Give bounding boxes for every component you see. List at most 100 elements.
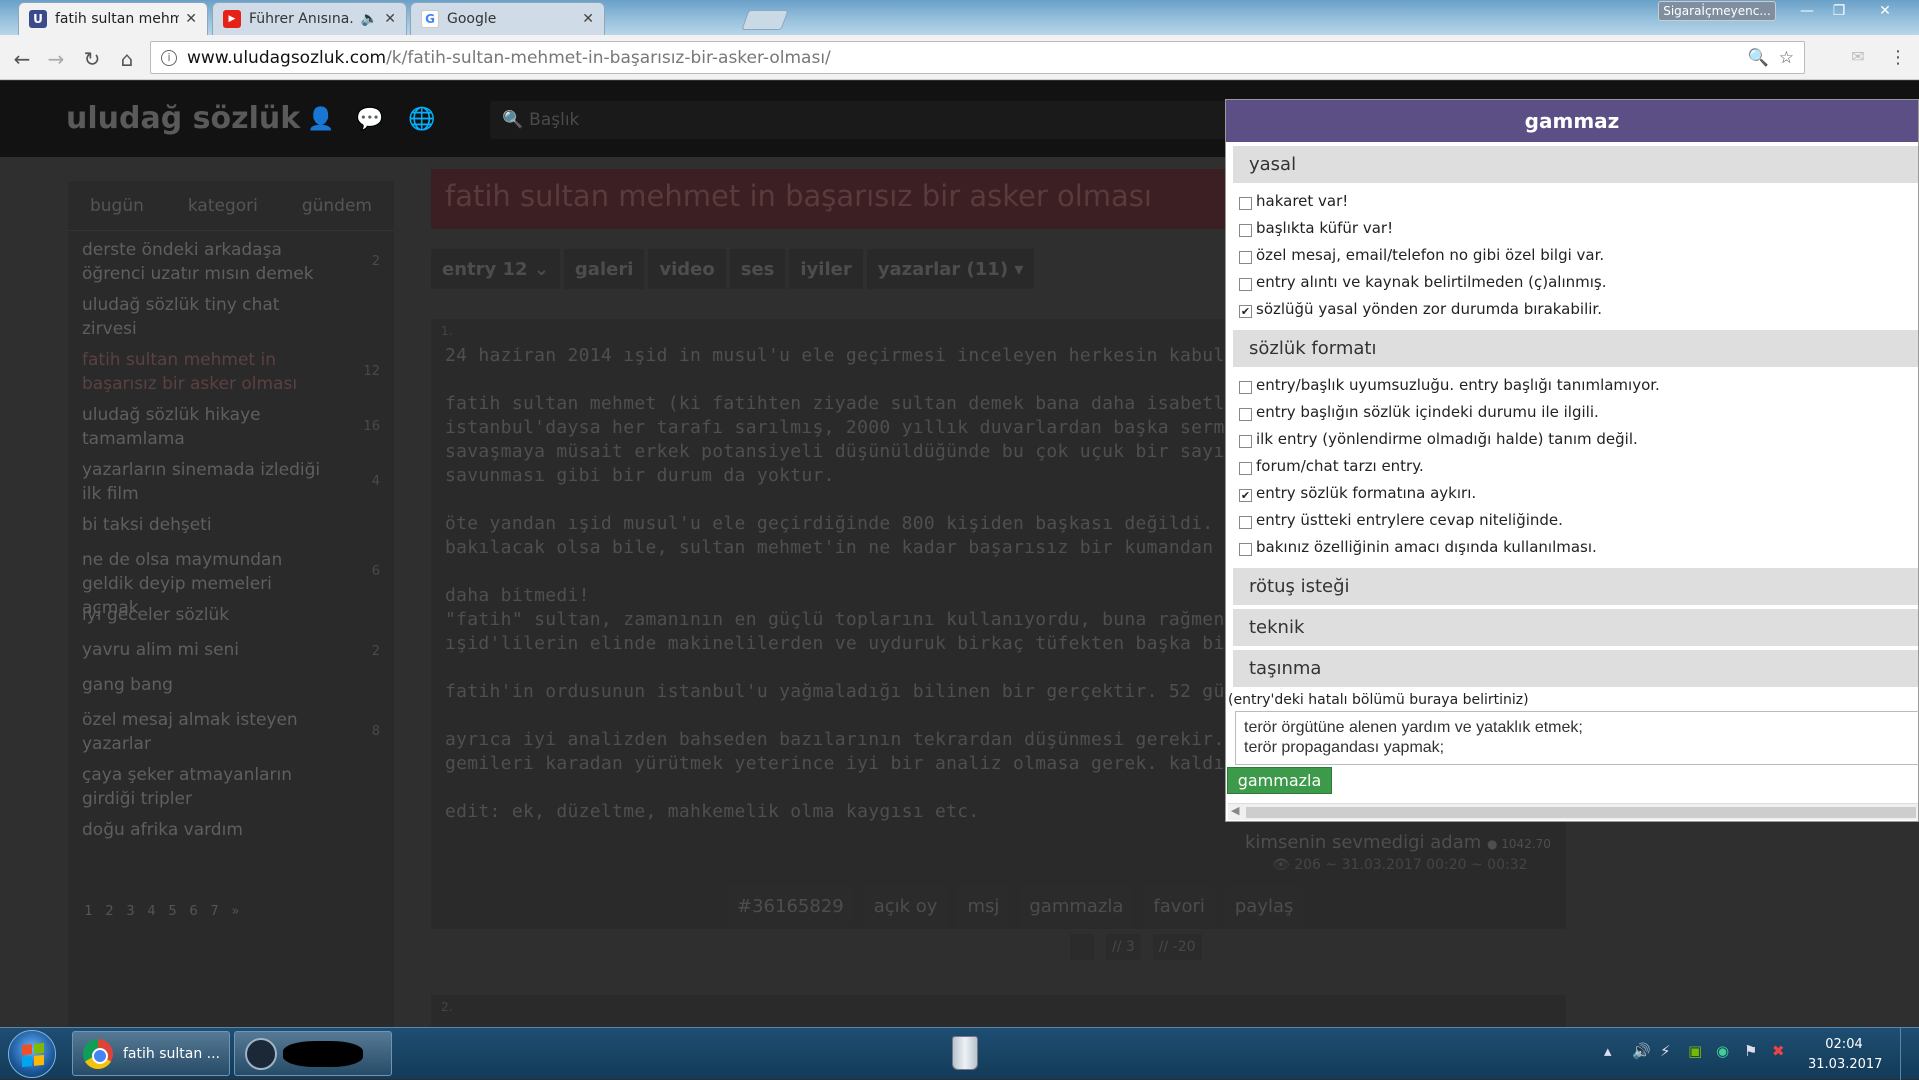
tab-yazarlar[interactable]: yazarlar (11) ▾: [866, 249, 1035, 289]
report-option[interactable]: entry/başlık uyumsuzluğu. entry başlığı …: [1226, 371, 1918, 398]
sidebar-topic-item[interactable]: yavru alim mi seni 2: [68, 631, 394, 666]
tab-gundem[interactable]: gündem: [302, 196, 372, 216]
address-bar[interactable]: i www.uludagsozluk.com/k/fatih-sultan-me…: [150, 41, 1805, 74]
start-button[interactable]: [8, 1030, 56, 1078]
sidebar-topic-item[interactable]: bi taksi dehşeti: [68, 506, 394, 541]
report-section-header[interactable]: rötuş isteği: [1233, 568, 1918, 605]
report-section-header[interactable]: sözlük formatı: [1233, 330, 1918, 367]
submit-report-button[interactable]: gammazla: [1227, 767, 1332, 794]
page-link[interactable]: 5: [164, 900, 181, 922]
audio-icon[interactable]: 🔈: [361, 11, 378, 27]
report-section-header[interactable]: taşınma: [1233, 650, 1918, 687]
report-option[interactable]: forum/chat tarzı entry.: [1226, 452, 1918, 479]
entry-id-link[interactable]: #36165829: [727, 885, 854, 927]
reload-icon[interactable]: ↻: [80, 47, 104, 71]
checkbox[interactable]: [1239, 462, 1252, 475]
globe-icon[interactable]: 🌐: [408, 107, 435, 132]
sidebar-topic-item[interactable]: özel mesaj almak isteyen yazarlar 8: [68, 701, 394, 756]
power-icon[interactable]: ✖: [1772, 1042, 1785, 1060]
user-icon[interactable]: 👤: [307, 107, 334, 132]
entry-author[interactable]: kimsenin sevmedigi adam ● 1042.70: [1245, 832, 1551, 853]
sidebar-topic-item[interactable]: yazarların sinemada izlediği ilk film 4: [68, 451, 394, 506]
menu-icon[interactable]: ⋮: [1886, 47, 1910, 68]
profile-button[interactable]: Sigaraİçmeyenc...: [1658, 1, 1776, 21]
vote-up-button[interactable]: // 3: [1106, 934, 1141, 960]
report-option[interactable]: ✔ sözlüğü yasal yönden zor durumda bıraka…: [1226, 295, 1918, 322]
info-icon[interactable]: i: [161, 49, 177, 66]
checkbox[interactable]: [1239, 278, 1252, 291]
vote-neutral-button[interactable]: [1070, 934, 1094, 960]
open-vote-button[interactable]: açık oy: [863, 885, 948, 927]
favorite-button[interactable]: favori: [1143, 885, 1215, 927]
app-tray-icon[interactable]: ◉: [1716, 1042, 1729, 1060]
nvidia-icon[interactable]: ▣: [1688, 1042, 1702, 1060]
report-option[interactable]: ilk entry (yönlendirme olmadığı halde) t…: [1226, 425, 1918, 452]
page-link[interactable]: 2: [101, 900, 118, 922]
page-link[interactable]: 1: [80, 900, 97, 922]
report-option[interactable]: entry alıntı ve kaynak belirtilmeden (ç)…: [1226, 268, 1918, 295]
checkbox[interactable]: [1239, 516, 1252, 529]
site-logo[interactable]: uludağ sözlük: [66, 101, 300, 136]
action-center-icon[interactable]: ⚑: [1744, 1042, 1757, 1060]
report-option[interactable]: bakınız özelliğinin amacı dışında kullan…: [1226, 533, 1918, 560]
sidebar-topic-item[interactable]: gang bang: [68, 666, 394, 701]
report-option[interactable]: entry üstteki entrylere cevap niteliğind…: [1226, 506, 1918, 533]
close-tab-icon[interactable]: ✕: [185, 11, 197, 27]
page-link[interactable]: 4: [143, 900, 160, 922]
horizontal-scrollbar[interactable]: ◀: [1228, 803, 1918, 820]
recycle-bin-icon[interactable]: [952, 1036, 978, 1070]
messages-icon[interactable]: 💬: [356, 107, 383, 132]
tab-uludag[interactable]: U fatih sultan mehmet in başarısız bir a…: [18, 2, 208, 35]
network-icon[interactable]: ⚡: [1660, 1042, 1671, 1060]
new-tab-button[interactable]: [741, 10, 789, 30]
report-section-header[interactable]: yasal: [1233, 146, 1918, 183]
tab-video[interactable]: video: [648, 249, 726, 289]
report-option[interactable]: başlıkta küfür var!: [1226, 214, 1918, 241]
minimize-icon[interactable]: —: [1792, 0, 1822, 22]
sidebar-topic-item[interactable]: fatih sultan mehmet in başarısız bir ask…: [68, 341, 394, 396]
scroll-left-icon[interactable]: ◀: [1231, 804, 1239, 817]
bookmark-star-icon[interactable]: ☆: [1779, 48, 1794, 68]
tab-galeri[interactable]: galeri: [563, 249, 645, 289]
volume-icon[interactable]: 🔊: [1632, 1042, 1651, 1060]
close-window-icon[interactable]: ✕: [1860, 0, 1910, 22]
tab-google[interactable]: G Google ✕: [410, 2, 605, 35]
reason-textarea[interactable]: terör örgütüne alenen yardım ve yataklık…: [1235, 711, 1919, 765]
checkbox[interactable]: [1239, 435, 1252, 448]
checkbox[interactable]: [1239, 197, 1252, 210]
report-section-header[interactable]: teknik: [1233, 609, 1918, 646]
taskbar-steam[interactable]: [234, 1031, 392, 1076]
tab-youtube[interactable]: ▶ Führer Anısına.. (altyazılı) 🔈 ✕: [212, 2, 407, 35]
show-hidden-icons-icon[interactable]: ▴: [1604, 1042, 1612, 1060]
checkbox[interactable]: [1239, 251, 1252, 264]
page-link[interactable]: 6: [185, 900, 202, 922]
checkbox[interactable]: [1239, 408, 1252, 421]
report-option[interactable]: entry başlığın sözlük içindeki durumu il…: [1226, 398, 1918, 425]
checked-checkbox[interactable]: ✔: [1239, 305, 1252, 318]
tab-kategori[interactable]: kategori: [188, 196, 258, 216]
sidebar-topic-item[interactable]: uludağ sözlük hikaye tamamlama 16: [68, 396, 394, 451]
search-input[interactable]: 🔍 Başlık: [490, 101, 1250, 139]
sidebar-topic-item[interactable]: derste öndeki arkadaşa öğrenci uzatır mı…: [68, 231, 394, 286]
system-clock[interactable]: 02:04 31.03.2017: [1808, 1035, 1882, 1075]
report-option[interactable]: hakaret var!: [1226, 187, 1918, 214]
checkbox[interactable]: [1239, 543, 1252, 556]
page-link[interactable]: 7: [206, 900, 223, 922]
report-option[interactable]: ✔ entry sözlük formatına aykırı.: [1226, 479, 1918, 506]
sidebar-topic-item[interactable]: uludağ sözlük tiny chat zirvesi: [68, 286, 394, 341]
home-icon[interactable]: ⌂: [115, 47, 139, 71]
sidebar-topic-item[interactable]: ne de olsa maymundan geldik deyip memele…: [68, 541, 394, 618]
checkbox[interactable]: [1239, 381, 1252, 394]
checkbox[interactable]: [1239, 224, 1252, 237]
tab-bugun[interactable]: bugün: [90, 196, 144, 216]
taskbar-chrome[interactable]: fatih sultan ...: [72, 1031, 230, 1076]
sidebar-topic-item[interactable]: çaya şeker atmayanların girdiği tripler: [68, 756, 394, 811]
checked-checkbox[interactable]: ✔: [1239, 489, 1252, 502]
back-icon[interactable]: ←: [10, 47, 34, 71]
zoom-icon[interactable]: 🔍: [1748, 48, 1769, 68]
report-option[interactable]: özel mesaj, email/telefon no gibi özel b…: [1226, 241, 1918, 268]
report-button[interactable]: gammazla: [1019, 885, 1134, 927]
extension-icon[interactable]: ✉: [1846, 47, 1870, 66]
page-link[interactable]: »: [227, 900, 244, 922]
share-button[interactable]: paylaş: [1224, 885, 1304, 927]
